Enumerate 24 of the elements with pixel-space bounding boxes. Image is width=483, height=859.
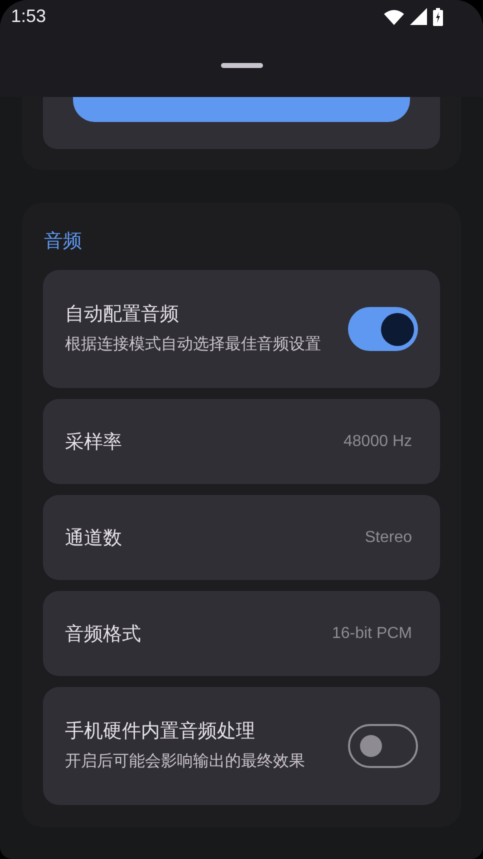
setting-row[interactable]: 音频格式 16-bit PCM (43, 591, 440, 676)
battery-icon (433, 8, 443, 26)
setting-description: 根据连接模式自动选择最佳音频设置 (65, 333, 322, 355)
setting-label: 手机硬件内置音频处理 (65, 719, 256, 744)
setting-value: Stereo (364, 528, 412, 546)
status-time: 1:53 (11, 6, 46, 27)
setting-description: 开启后可能会影响输出的最终效果 (65, 750, 306, 772)
section-title: 音频 (43, 229, 83, 254)
setting-row[interactable]: 通道数 Stereo (43, 495, 440, 580)
setting-value: 48000 Hz (344, 432, 412, 450)
setting-row[interactable]: 采样率 48000 Hz (43, 399, 440, 484)
action-button[interactable] (73, 97, 410, 122)
setting-value: 16-bit PCM (332, 624, 412, 642)
setting-row[interactable]: 手机硬件内置音频处理 开启后可能会影响输出的最终效果 (43, 687, 440, 805)
setting-label: 采样率 (65, 430, 123, 454)
toggle-switch[interactable] (348, 724, 418, 768)
signal-icon (410, 8, 427, 25)
wifi-icon (384, 8, 404, 24)
setting-label: 自动配置音频 (65, 302, 180, 327)
setting-label: 通道数 (65, 526, 123, 550)
toggle-switch[interactable] (348, 307, 418, 351)
setting-label: 音频格式 (65, 622, 142, 646)
drag-handle[interactable] (220, 62, 262, 68)
setting-row[interactable]: 自动配置音频 根据连接模式自动选择最佳音频设置 (43, 270, 440, 388)
